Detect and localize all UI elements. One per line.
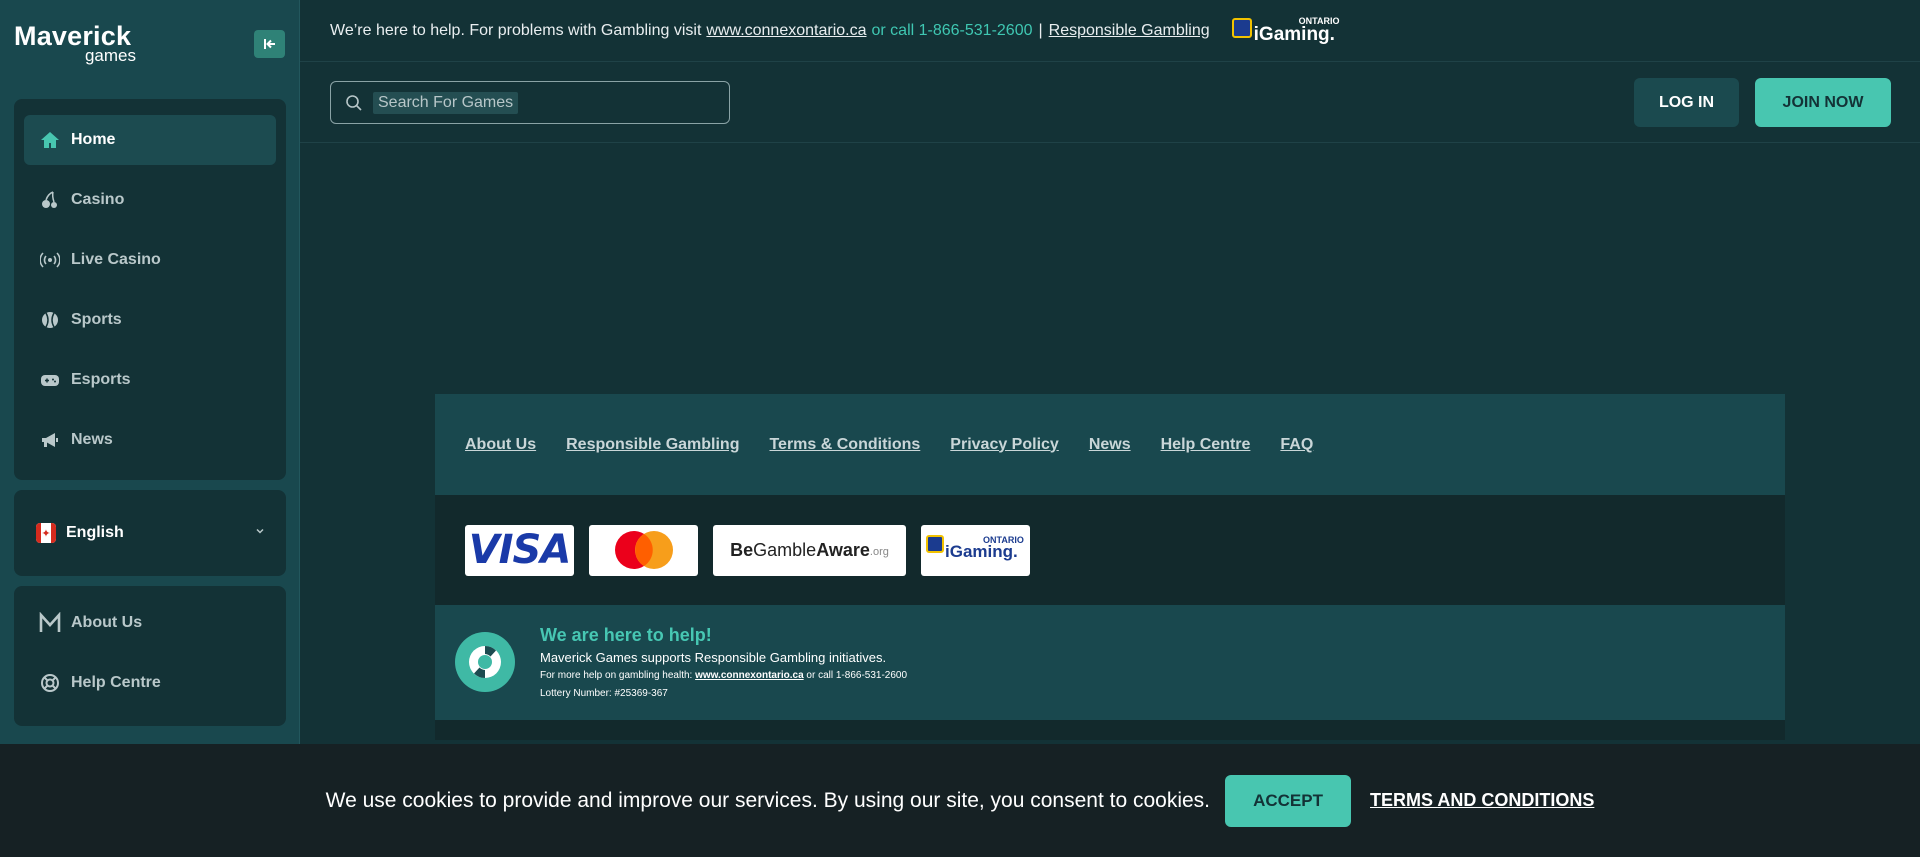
igaming-word: iGaming.: [945, 541, 1018, 561]
language-panel: ✦ English: [14, 490, 286, 576]
language-selector[interactable]: ✦ English: [14, 490, 286, 576]
nav-label: Help Centre: [71, 674, 161, 691]
home-icon: [39, 129, 61, 151]
help-statement: Maverick Games supports Responsible Gamb…: [540, 650, 887, 665]
igaming-badge-icon: [1231, 17, 1252, 38]
help-contact-prefix: For more help on gambling health:: [540, 670, 693, 681]
responsible-gambling-bar: We’re here to help. For problems with Ga…: [300, 0, 1920, 62]
footer-tail: [435, 720, 1785, 740]
bga-org: .org: [869, 546, 889, 558]
igaming-ontario-card: iGaming. ONTARIO: [921, 524, 1030, 576]
nav-label: Live Casino: [71, 251, 161, 268]
connexontario-link[interactable]: www.connexontario.ca: [706, 22, 866, 40]
visa-logo: VISA: [465, 524, 574, 576]
begambleaware-logo: Be Gamble Aware .org: [713, 524, 906, 576]
payment-logos: VISA Be Gamble Aware .org iGaming. ONTARIO: [435, 495, 1785, 605]
igaming-badge-icon: [926, 534, 944, 553]
header: Search For Games LOG IN JOIN NOW: [300, 62, 1920, 143]
join-now-button[interactable]: JOIN NOW: [1755, 78, 1891, 127]
maverick-m-icon: [39, 612, 61, 634]
footer: About Us Responsible Gambling Terms & Co…: [435, 394, 1785, 740]
help-connexontario-link[interactable]: www.connexontario.ca: [695, 670, 804, 681]
help-phone: or call 1-866-531-2600: [871, 21, 1033, 39]
search-field[interactable]: Search For Games: [330, 81, 730, 124]
sidebar-links: About Us Help Centre: [14, 586, 286, 726]
igaming-ontario-logo: iGaming. ONTARIO: [1231, 14, 1344, 48]
lottery-number: Lottery Number: #25369-367: [540, 688, 668, 699]
nav-label: Esports: [71, 371, 131, 388]
collapse-left-icon: [263, 39, 275, 49]
nav-label: Casino: [71, 191, 125, 208]
footer-link-faq[interactable]: FAQ: [1280, 436, 1313, 454]
igaming-word: iGaming.: [1253, 23, 1335, 45]
maverick-logo[interactable]: Maverick games: [14, 22, 139, 66]
language-label: English: [66, 524, 124, 541]
footer-link-news[interactable]: News: [1089, 436, 1131, 454]
sidebar-item-help-centre[interactable]: Help Centre: [24, 658, 276, 708]
collapse-sidebar-button[interactable]: [254, 30, 285, 58]
megaphone-icon: [39, 429, 61, 451]
footer-link-about-us[interactable]: About Us: [465, 436, 536, 454]
help-title: We are here to help!: [540, 625, 712, 645]
search-icon: [346, 94, 362, 111]
nav-item-sports[interactable]: Sports: [24, 295, 276, 345]
ball-icon: [39, 309, 61, 331]
lifebuoy-icon: [455, 632, 515, 692]
broadcast-icon: [39, 249, 61, 271]
nav-label: Home: [71, 131, 116, 148]
nav-item-casino[interactable]: Casino: [24, 175, 276, 225]
sidebar: Maverick games Home Casino Live Casino S…: [0, 0, 300, 857]
chevron-down-icon: [254, 524, 266, 542]
sidebar-item-about-us[interactable]: About Us: [24, 598, 276, 648]
responsible-gambling-link[interactable]: Responsible Gambling: [1049, 22, 1210, 40]
footer-link-help-centre[interactable]: Help Centre: [1161, 436, 1251, 454]
search-input[interactable]: Search For Games: [373, 91, 519, 114]
nav-item-home[interactable]: Home: [24, 115, 276, 165]
igaming-region: ONTARIO: [983, 534, 1024, 545]
footer-links: About Us Responsible Gambling Terms & Co…: [435, 394, 1785, 495]
canada-flag-icon: ✦: [36, 523, 56, 543]
help-contact: For more help on gambling health: www.co…: [540, 670, 907, 681]
cookie-terms-link[interactable]: TERMS AND CONDITIONS: [1370, 790, 1594, 811]
cookie-banner: We use cookies to provide and improve ou…: [0, 744, 1920, 857]
bga-aware: Aware: [816, 539, 870, 560]
igaming-region: ONTARIO: [1298, 15, 1340, 26]
cookie-text: We use cookies to provide and improve ou…: [325, 788, 1211, 812]
nav-label: Sports: [71, 311, 122, 328]
bga-be: Be: [730, 539, 754, 560]
login-button[interactable]: LOG IN: [1634, 78, 1739, 127]
footer-link-responsible-gambling[interactable]: Responsible Gambling: [566, 436, 739, 454]
separator: |: [1038, 21, 1043, 39]
lifebuoy-icon: [39, 672, 61, 694]
mastercard-logo: [589, 524, 698, 576]
main-nav: Home Casino Live Casino Sports Esports N…: [14, 99, 286, 480]
bga-gamble: Gamble: [753, 539, 817, 560]
help-contact-suffix: or call 1-866-531-2600: [806, 670, 908, 681]
help-section: We are here to help! Maverick Games supp…: [435, 605, 1785, 720]
nav-item-esports[interactable]: Esports: [24, 355, 276, 405]
accept-cookies-button[interactable]: ACCEPT: [1225, 774, 1352, 827]
cherry-icon: [39, 189, 61, 211]
gamepad-icon: [39, 369, 61, 391]
nav-item-news[interactable]: News: [24, 415, 276, 465]
footer-link-privacy[interactable]: Privacy Policy: [950, 436, 1059, 454]
nav-label: News: [71, 431, 113, 448]
nav-label: About Us: [71, 614, 143, 631]
nav-item-live-casino[interactable]: Live Casino: [24, 235, 276, 285]
footer-link-terms[interactable]: Terms & Conditions: [769, 436, 920, 454]
help-message: We’re here to help. For problems with Ga…: [330, 21, 702, 39]
